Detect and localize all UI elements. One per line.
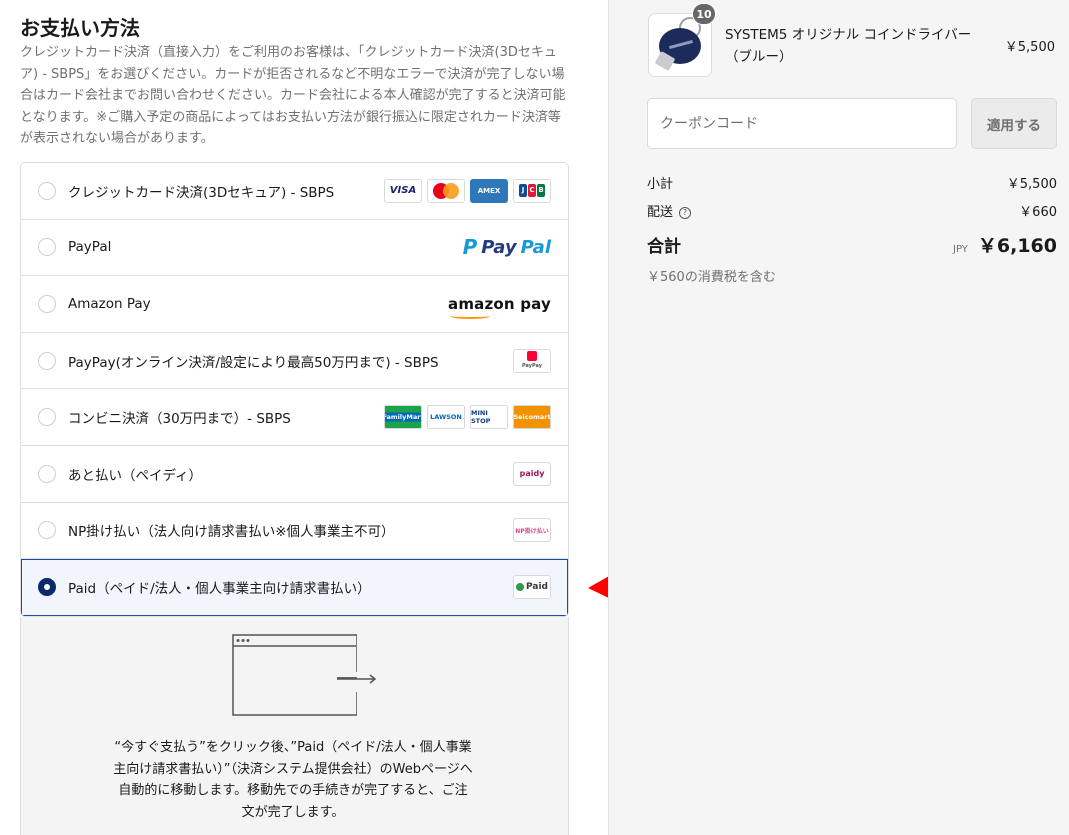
np-logo: NP掛け払い (513, 518, 551, 543)
payment-description: クレジットカード決済（直接入力）をご利用のお客様は、「クレジットカード決済(3D… (20, 45, 566, 146)
method-label: NP掛け払い（法人向け請求書払い※個人事業主不可） (68, 524, 395, 541)
amazon-pay-logo: amazon pay (448, 295, 551, 319)
subtotal-value: ￥5,500 (1006, 177, 1057, 192)
np-badge: NP掛け払い (513, 518, 551, 543)
radio-button[interactable] (38, 408, 56, 427)
mastercard-logo (427, 178, 465, 203)
paidy-logo: paidy (513, 461, 551, 486)
question-circle-icon[interactable]: ? (679, 206, 692, 219)
card-brand-badges: VISA AMEX JCB (384, 178, 551, 203)
radio-button[interactable] (38, 238, 56, 257)
method-label: PayPal (68, 239, 112, 256)
radio-button[interactable] (38, 181, 56, 200)
visa-logo: VISA (384, 178, 422, 203)
paypal-badge: P Pay Pal (463, 235, 551, 259)
paid-logo: Paid (513, 575, 551, 600)
arrow-right-icon (337, 674, 377, 684)
apply-coupon-button[interactable]: 適用する (971, 98, 1057, 149)
method-label: クレジットカード決済(3Dセキュア) - SBPS (68, 184, 335, 201)
radio-button-selected[interactable] (38, 578, 56, 597)
method-label: コンビニ決済（30万円まで）- SBPS (68, 411, 291, 428)
radio-button[interactable] (38, 294, 56, 313)
redirect-text: “今すぐ支払う”をクリック後、”Paid（ペイド/法人・個人事業主向け請求書払い… (113, 740, 473, 820)
total-label: 合計 (647, 237, 681, 257)
shipping-row: 配送? ￥660 (647, 201, 1057, 220)
jcb-logo: JCB (513, 178, 551, 203)
shipping-label: 配送 (647, 205, 674, 220)
product-price: ￥5,500 (1004, 40, 1055, 55)
amazon-pay-badge: amazon pay (448, 295, 551, 319)
method-label: Amazon Pay (68, 295, 151, 312)
payment-title: お支払い方法 (20, 16, 140, 40)
method-label: PayPay(オンライン決済/設定により最高50万円まで) - SBPS (68, 354, 439, 371)
method-label: あと払い（ペイディ） (68, 467, 203, 484)
paypay-logo: PayPay (513, 348, 551, 373)
payment-method-paypal[interactable]: PayPal P Pay Pal (21, 220, 568, 277)
currency-code: JPY (953, 244, 968, 255)
redirect-info-panel: “今すぐ支払う”をクリック後、”Paid（ペイド/法人・個人事業主向け請求書払い… (20, 617, 569, 835)
payment-method-amazon-pay[interactable]: Amazon Pay amazon pay (21, 276, 568, 333)
payment-method-paypay[interactable]: PayPay(オンライン決済/設定により最高50万円まで) - SBPS Pay… (21, 333, 568, 390)
subtotal-row: 小計 ￥5,500 (647, 173, 1057, 192)
quantity-badge: 10 (692, 3, 716, 25)
shipping-value: ￥660 (1019, 205, 1057, 220)
paypay-badge: PayPay (513, 348, 551, 373)
seicomart-logo: Seicomart (513, 405, 551, 430)
total-row: 合計 JPY ￥6,160 (647, 231, 1057, 258)
tax-note: ￥560の消費税を含む (647, 270, 776, 285)
payment-method-paid[interactable]: Paid（ペイド/法人・個人事業主向け請求書払い） Paid (21, 559, 568, 616)
payment-method-convenience-store[interactable]: コンビニ決済（30万円まで）- SBPS FamilyMart LAWSON M… (21, 389, 568, 446)
lawson-logo: LAWSON (427, 405, 465, 430)
amex-logo: AMEX (470, 178, 508, 203)
payment-method-np-invoice[interactable]: NP掛け払い（法人向け請求書払い※個人事業主不可） NP掛け払い (21, 503, 568, 560)
paid-badge: Paid (513, 575, 551, 600)
ministop-logo: MINI STOP (470, 405, 508, 430)
order-summary: 10 SYSTEM5 オリジナル コインドライバー（ブルー） ￥5,500 適用… (608, 0, 1069, 835)
payment-method-credit-card[interactable]: クレジットカード決済(3Dセキュア) - SBPS VISA AMEX JCB (21, 163, 568, 220)
coupon-code-input[interactable] (647, 98, 957, 149)
subtotal-label: 小計 (647, 177, 674, 192)
payment-method-paidy[interactable]: あと払い（ペイディ） paidy (21, 446, 568, 503)
familymart-logo: FamilyMart (384, 405, 422, 430)
payment-method-list: クレジットカード決済(3Dセキュア) - SBPS VISA AMEX JCB … (20, 162, 569, 617)
radio-button[interactable] (38, 351, 56, 370)
convenience-store-badges: FamilyMart LAWSON MINI STOP Seicomart (384, 405, 551, 430)
paypal-logo: P Pay Pal (462, 235, 551, 260)
total-amount: ￥6,160 (977, 235, 1057, 257)
radio-button[interactable] (38, 521, 56, 540)
product-name: SYSTEM5 オリジナル コインドライバー（ブルー） (725, 27, 972, 65)
method-label: Paid（ペイド/法人・個人事業主向け請求書払い） (68, 581, 371, 598)
payment-section: お支払い方法 クレジットカード決済（直接入力）をご利用のお客様は、「クレジットカ… (0, 0, 718, 835)
radio-button[interactable] (38, 464, 56, 483)
paidy-badge: paidy (513, 461, 551, 486)
